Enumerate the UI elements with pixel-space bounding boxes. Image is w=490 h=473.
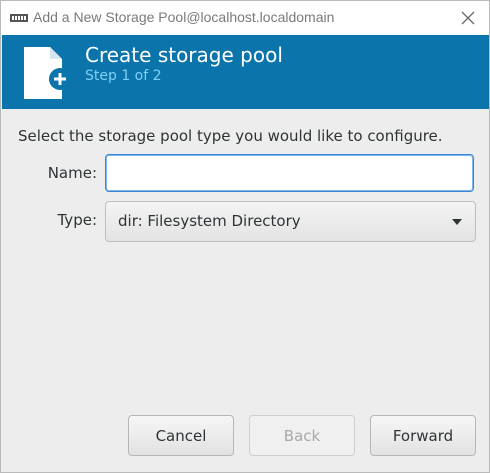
forward-button[interactable]: Forward: [370, 415, 476, 456]
header-banner: Create storage pool Step 1 of 2: [2, 35, 489, 109]
close-icon: [461, 11, 475, 25]
back-button[interactable]: Back: [249, 415, 355, 456]
step-indicator: Step 1 of 2: [85, 68, 162, 84]
type-selected-value: dir: Filesystem Directory: [118, 212, 301, 230]
new-document-icon: [24, 47, 71, 99]
name-label: Name:: [47, 164, 97, 182]
name-input[interactable]: [105, 154, 474, 192]
cancel-button[interactable]: Cancel: [128, 415, 234, 456]
virt-manager-icon: [10, 14, 28, 22]
window-title: Add a New Storage Pool@localhost.localdo…: [33, 9, 335, 25]
instructions-text: Select the storage pool type you would l…: [18, 127, 443, 145]
banner-title: Create storage pool: [85, 43, 283, 67]
type-dropdown[interactable]: dir: Filesystem Directory: [105, 201, 476, 242]
dialog-window: Add a New Storage Pool@localhost.localdo…: [0, 0, 490, 473]
type-label: Type:: [57, 211, 97, 229]
title-bar: Add a New Storage Pool@localhost.localdo…: [1, 1, 489, 35]
close-button[interactable]: [457, 7, 479, 29]
dropdown-arrow-icon: [452, 219, 462, 225]
